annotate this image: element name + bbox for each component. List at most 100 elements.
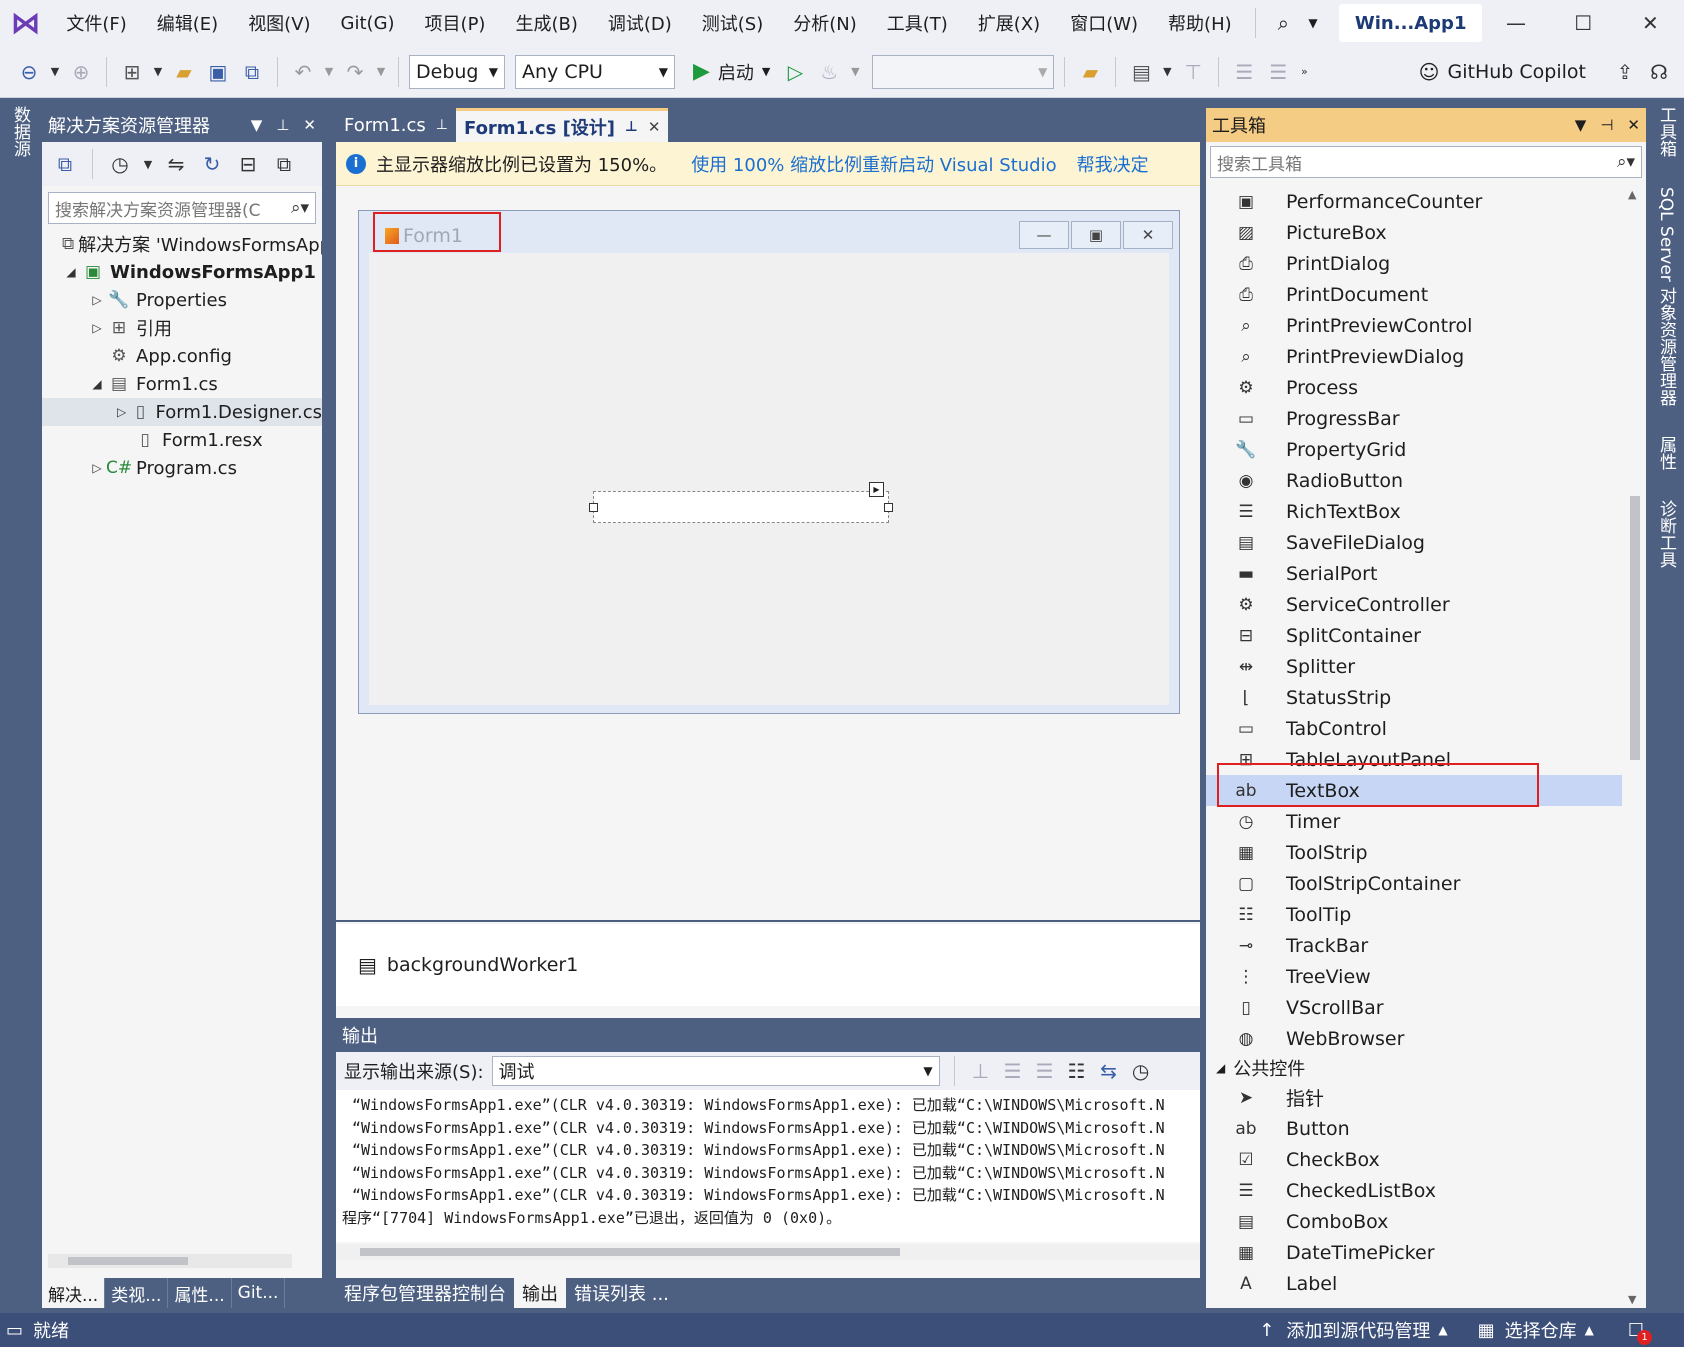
toolbox-item[interactable]: ▤ SaveFileDialog [1206, 527, 1622, 558]
tree-item[interactable]: ▷ ⊞ 引用 [42, 314, 322, 342]
switch-views-icon[interactable]: ⧉ [50, 149, 80, 179]
design-surface[interactable]: Form1 — ▣ ✕ ▶ [336, 186, 1200, 922]
collapse-all-icon[interactable]: ⊟ [233, 149, 263, 179]
toolbox-item[interactable]: ▭ ProgressBar [1206, 403, 1622, 434]
back-dropdown-icon[interactable]: ▼ [48, 57, 62, 87]
menu-item[interactable]: 调试(D) [593, 0, 687, 46]
tree-item[interactable]: ▷ ▯ Form1.Designer.cs [42, 398, 322, 426]
new-dropdown-icon[interactable]: ▼ [151, 57, 165, 87]
toolbox-item[interactable]: ▯ VScrollBar [1206, 992, 1622, 1023]
right-strip-tab[interactable]: SQL Server 对象资源管理器 [1654, 179, 1679, 414]
menu-item[interactable]: Git(G) [326, 0, 410, 46]
toolbox-item[interactable]: ☰ RichTextBox [1206, 496, 1622, 527]
toolbox-item[interactable]: ▨ PictureBox [1206, 217, 1622, 248]
toolbox-item[interactable]: ◷ Timer [1206, 806, 1622, 837]
layout-dropdown-icon[interactable]: ▼ [1160, 57, 1174, 87]
toolbox-item[interactable]: ▣ PerformanceCounter [1206, 186, 1622, 217]
clear-all-icon[interactable]: ☷ [1065, 1056, 1089, 1086]
toolbox-item[interactable]: ⎙ PrintDocument [1206, 279, 1622, 310]
layout-icon[interactable]: ▤ [1126, 57, 1156, 87]
toolbox-search-input[interactable]: 搜索工具箱 ⌕▾ [1210, 146, 1642, 178]
toolbox-scrollbar[interactable]: ▲ ▼ [1624, 186, 1644, 1308]
menu-item[interactable]: 项目(P) [410, 0, 501, 46]
word-wrap-icon[interactable]: ⇆ [1097, 1056, 1121, 1086]
menu-item[interactable]: 窗口(W) [1055, 0, 1153, 46]
show-all-files-icon[interactable]: ⧉ [269, 149, 299, 179]
toolbox-item[interactable]: ▤ ComboBox [1206, 1206, 1622, 1237]
new-project-icon[interactable]: ⊞ [117, 57, 147, 87]
close-icon[interactable]: ✕ [1617, 0, 1684, 46]
share-icon[interactable]: ⇪ [1610, 57, 1640, 87]
platform-select[interactable]: Any CPU ▼ [515, 54, 675, 89]
toolbox-item[interactable]: ▢ ToolStripContainer [1206, 868, 1622, 899]
undo-icon[interactable]: ↶ [288, 57, 318, 87]
toolbox-item[interactable]: ▦ ToolStrip [1206, 837, 1622, 868]
panel-tab[interactable]: 解决... [42, 1278, 106, 1308]
panel-tab[interactable]: 类视... [105, 1278, 169, 1308]
expander-icon[interactable]: ▷ [88, 293, 106, 307]
search-icon[interactable]: ⌕ [1264, 0, 1304, 46]
start-button[interactable]: ▶ 启动 ▼ [693, 59, 770, 85]
output-source-select[interactable]: 调试 ▼ [491, 1056, 940, 1086]
find-message-icon[interactable]: ⊥ [969, 1056, 993, 1086]
hot-reload-dropdown-icon[interactable]: ▼ [848, 57, 862, 87]
panel-tab[interactable]: Git... [232, 1278, 286, 1308]
sync-icon[interactable]: ⇋ [161, 149, 191, 179]
folder-search-icon[interactable]: ▰ [1075, 57, 1105, 87]
right-strip-tab[interactable]: 属性 [1654, 428, 1679, 478]
menu-item[interactable]: 测试(S) [687, 0, 778, 46]
help-me-decide-link[interactable]: 帮我决定 [1077, 151, 1149, 177]
toolbox-item[interactable]: ⋮ TreeView [1206, 961, 1622, 992]
toolbox-item[interactable]: ▭ TabControl [1206, 713, 1622, 744]
align-left-icon[interactable]: ☰ [1229, 57, 1259, 87]
toolbox-item[interactable]: ⌊ StatusStrip [1206, 682, 1622, 713]
align-center-icon[interactable]: ☰ [1263, 57, 1293, 87]
expander-icon[interactable]: ▷ [88, 321, 106, 335]
notifications-icon[interactable]: ☐ 1 [1628, 1320, 1652, 1345]
select-repository[interactable]: 选择仓库 [1505, 1317, 1577, 1343]
pin-icon[interactable]: ⊥ [436, 117, 448, 133]
document-tab[interactable]: Form1.cs [设计] ⊥ ✕ [456, 108, 669, 142]
align-icon[interactable]: ⊤ [1178, 57, 1208, 87]
menu-item[interactable]: 分析(N) [778, 0, 872, 46]
form-window[interactable]: Form1 — ▣ ✕ ▶ [358, 210, 1180, 714]
toolbox-item[interactable]: ⚙ ServiceController [1206, 589, 1622, 620]
menu-item[interactable]: 扩展(X) [963, 0, 1055, 46]
toolbox-item[interactable]: A Label [1206, 1268, 1622, 1299]
close-icon[interactable]: ✕ [1627, 116, 1640, 134]
tree-item[interactable]: ▯ Form1.resx [42, 426, 322, 454]
window-dropdown-icon[interactable]: ▼ [251, 116, 263, 134]
save-icon[interactable]: ▣ [203, 57, 233, 87]
expander-icon[interactable]: ▷ [88, 461, 106, 475]
more-icon[interactable]: » [1297, 57, 1311, 87]
data-sources-tab[interactable]: 数据源 [8, 98, 33, 165]
tree-item[interactable]: ▷ C# Program.cs [42, 454, 322, 482]
toolbox-item[interactable]: ◍ WebBrowser [1206, 1023, 1622, 1054]
restart-100-link[interactable]: 使用 100% 缩放比例重新启动 Visual Studio [691, 151, 1056, 177]
redo-dropdown-icon[interactable]: ▼ [374, 57, 388, 87]
toolbox-group-common-controls[interactable]: ◢ 公共控件 [1206, 1054, 1622, 1082]
hot-reload-icon[interactable]: ♨ [814, 57, 844, 87]
visual-studio-logo-icon[interactable]: ⋈ [0, 0, 51, 46]
expander-icon[interactable]: ◢ [88, 377, 106, 391]
right-strip-tab[interactable]: 工具箱 [1654, 98, 1679, 165]
startup-item-select[interactable]: ▼ [872, 54, 1055, 89]
pin-icon[interactable]: ⊥ [276, 116, 289, 134]
menu-item[interactable]: 视图(V) [233, 0, 325, 46]
toolbox-item[interactable]: ☷ ToolTip [1206, 899, 1622, 930]
expander-icon[interactable]: ▷ [114, 405, 129, 419]
redo-icon[interactable]: ↷ [340, 57, 370, 87]
resize-handle-right[interactable] [884, 503, 893, 512]
right-strip-tab[interactable]: 诊断工具 [1654, 492, 1679, 576]
textbox-control[interactable]: ▶ [589, 482, 893, 523]
tree-item[interactable]: ⚙ App.config [42, 342, 322, 370]
toolbox-item[interactable]: ▦ DateTimePicker [1206, 1237, 1622, 1268]
pin-icon[interactable]: ⊥ [625, 119, 638, 135]
toolbox-item[interactable]: ⌕ PrintPreviewDialog [1206, 341, 1622, 372]
toolbox-item[interactable]: ⚙ Process [1206, 372, 1622, 403]
form-client-area[interactable]: ▶ [369, 253, 1169, 705]
tree-item[interactable]: ▷ 🔧 Properties [42, 286, 322, 314]
tree-item[interactable]: ◢ ▣ WindowsFormsApp1 [42, 258, 322, 286]
menu-item[interactable]: 编辑(E) [142, 0, 233, 46]
previous-message-icon[interactable]: ☰ [1001, 1056, 1025, 1086]
